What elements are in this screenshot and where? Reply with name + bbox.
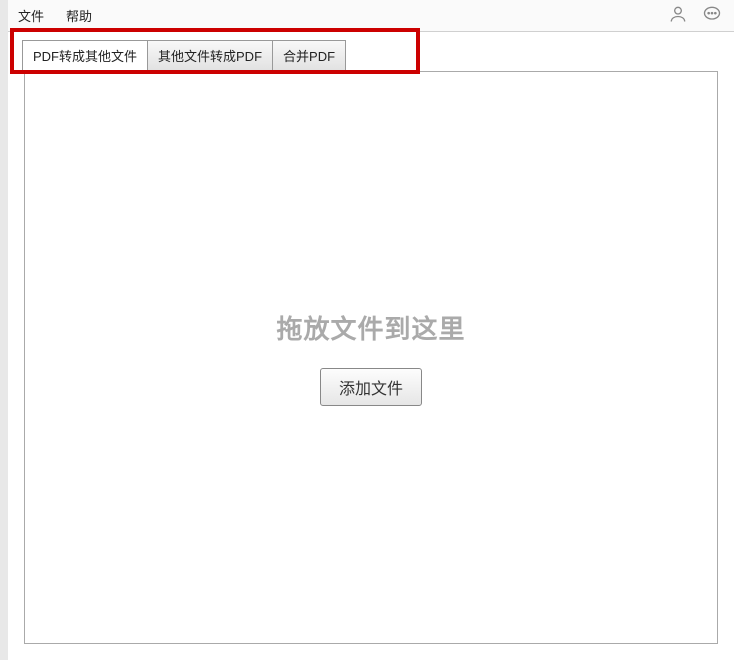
tab-other-to-pdf[interactable]: 其他文件转成PDF: [147, 40, 273, 71]
menubar: 文件 帮助: [8, 0, 734, 32]
tab-pdf-to-other[interactable]: PDF转成其他文件: [22, 40, 148, 71]
user-icon[interactable]: [668, 4, 688, 24]
drop-zone[interactable]: 拖放文件到这里 添加文件: [25, 72, 717, 643]
menu-file[interactable]: 文件: [18, 6, 44, 25]
tab-merge-pdf[interactable]: 合并PDF: [272, 40, 346, 71]
titlebar-icons: [668, 4, 722, 24]
app-window: 文件 帮助 PDF转成其他文件 其他文件转成PDF: [0, 0, 734, 660]
drop-hint-text: 拖放文件到这里: [276, 309, 465, 346]
menu-help[interactable]: 帮助: [66, 6, 92, 25]
content-area: 拖放文件到这里 添加文件: [24, 71, 718, 644]
chat-icon[interactable]: [702, 4, 722, 24]
tab-row: PDF转成其他文件 其他文件转成PDF 合并PDF: [8, 32, 734, 71]
add-file-button[interactable]: 添加文件: [320, 368, 422, 406]
tab-row-wrapper: PDF转成其他文件 其他文件转成PDF 合并PDF: [8, 32, 734, 71]
